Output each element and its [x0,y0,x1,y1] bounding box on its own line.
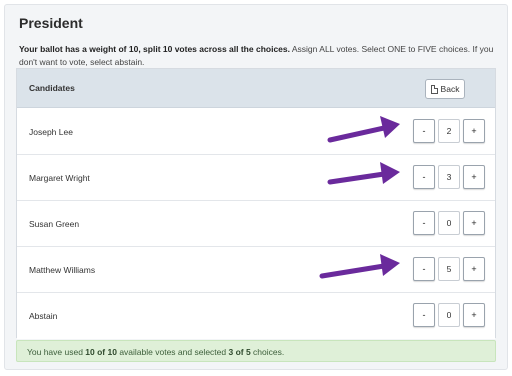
vote-count: 3 [438,165,460,189]
candidate-name: Abstain [29,311,58,321]
vote-count: 0 [438,303,460,327]
decrement-button[interactable]: - [413,257,435,281]
vote-stepper: - 3 + [413,165,485,189]
table-header: Candidates Back [17,69,495,108]
vote-stepper: - 0 + [413,303,485,327]
vote-status-message: You have used 10 of 10 available votes a… [16,340,496,362]
document-icon [430,84,438,94]
candidates-column-header: Candidates [29,83,75,93]
decrement-button[interactable]: - [413,165,435,189]
candidates-table: Candidates Back Joseph Lee - 2 + Margare… [16,68,496,339]
decrement-button[interactable]: - [413,303,435,327]
decrement-button[interactable]: - [413,211,435,235]
increment-button[interactable]: + [463,165,485,189]
back-button[interactable]: Back [425,79,465,99]
status-selected-choices: 3 of 5 [228,347,251,357]
vote-stepper: - 2 + [413,119,485,143]
vote-stepper: - 0 + [413,211,485,235]
increment-button[interactable]: + [463,119,485,143]
candidate-name: Matthew Williams [29,265,96,275]
back-button-label: Back [440,84,460,94]
increment-button[interactable]: + [463,211,485,235]
table-row: Susan Green - 0 + [17,201,495,247]
status-middle: available votes and selected [116,347,229,357]
candidate-name: Margaret Wright [29,173,90,183]
increment-button[interactable]: + [463,303,485,327]
table-row: Matthew Williams - 5 + [17,247,495,293]
candidate-name: Susan Green [29,219,80,229]
instructions-emphasis: Your ballot has a weight of 10, split 10… [19,44,290,54]
table-row: Abstain - 0 + [17,293,495,339]
candidate-name: Joseph Lee [29,127,73,137]
vote-count: 5 [438,257,460,281]
status-prefix: You have used [27,347,86,357]
table-row: Joseph Lee - 2 + [17,109,495,155]
increment-button[interactable]: + [463,257,485,281]
ballot-instructions: Your ballot has a weight of 10, split 10… [19,43,499,69]
vote-count: 2 [438,119,460,143]
status-used-votes: 10 of 10 [85,347,117,357]
decrement-button[interactable]: - [413,119,435,143]
vote-stepper: - 5 + [413,257,485,281]
vote-count: 0 [438,211,460,235]
page-title: President [19,15,83,31]
status-suffix: choices. [250,347,285,357]
table-row: Margaret Wright - 3 + [17,155,495,201]
